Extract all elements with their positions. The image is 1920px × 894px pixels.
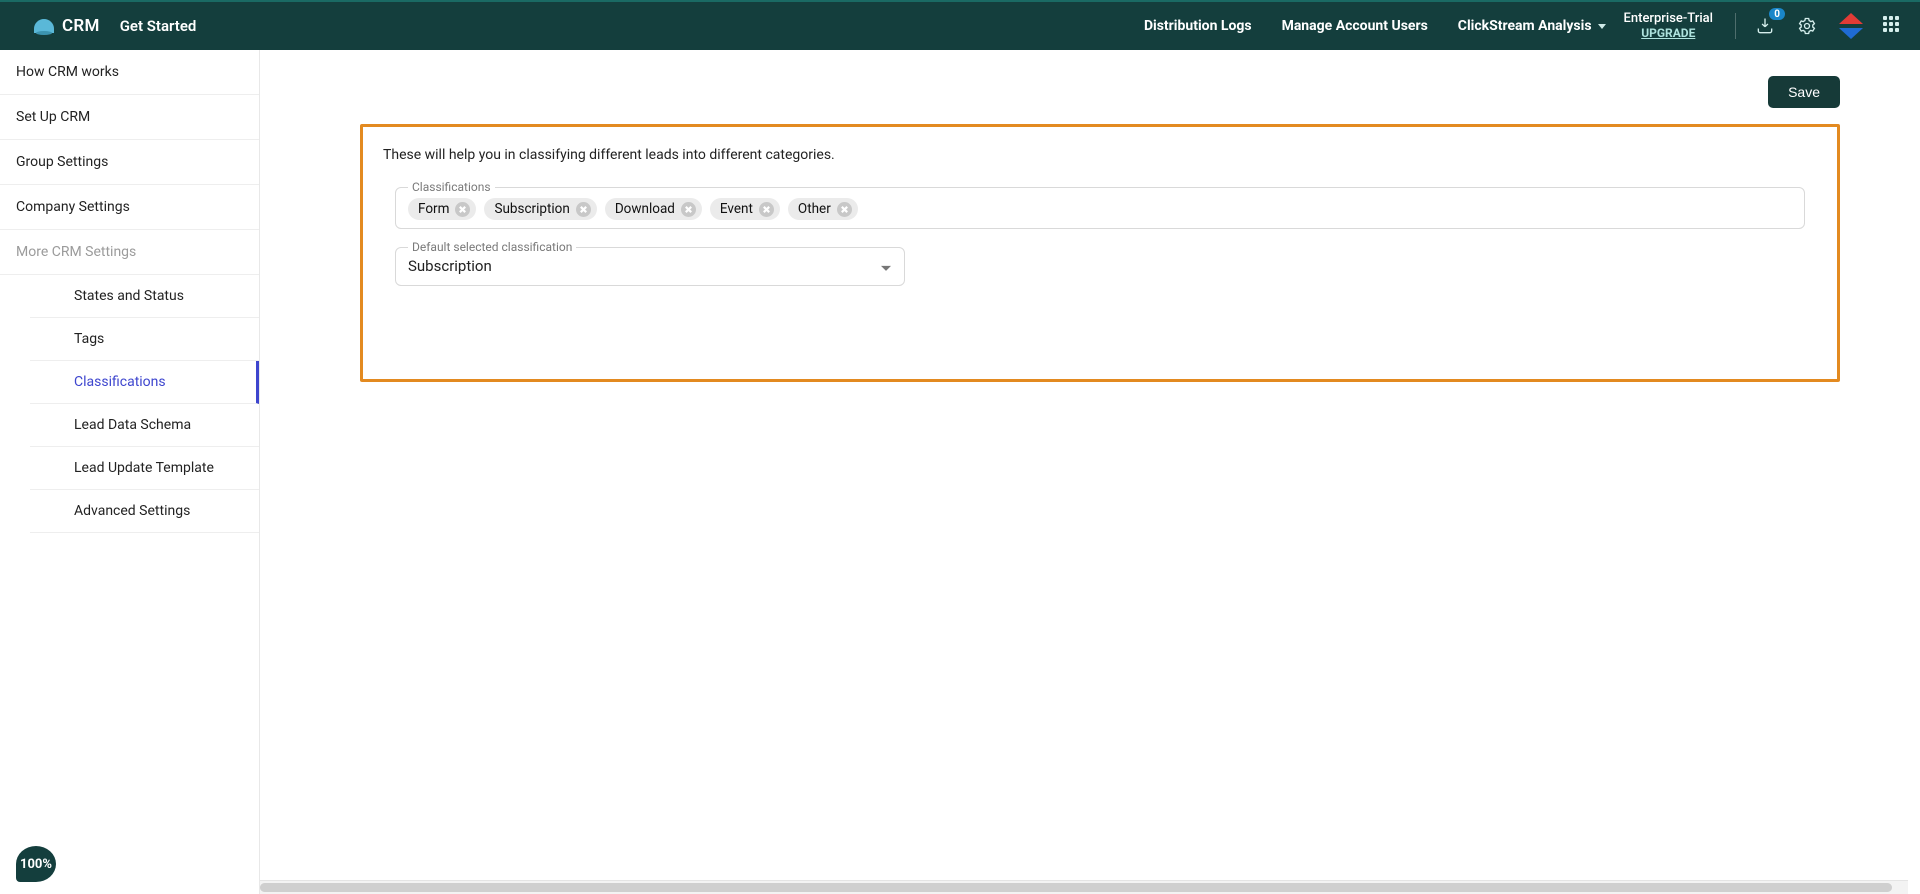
get-started-link[interactable]: Get Started bbox=[120, 17, 197, 35]
sidebar-item-company-settings[interactable]: Company Settings bbox=[0, 185, 259, 230]
zoom-indicator[interactable]: 100% bbox=[16, 846, 56, 882]
brand-eye-icon bbox=[34, 19, 54, 33]
divider bbox=[1735, 13, 1736, 39]
brand-text: CRM bbox=[62, 16, 100, 36]
chip-remove-icon[interactable] bbox=[455, 202, 470, 217]
notification-badge: 0 bbox=[1769, 8, 1785, 20]
sidebar-item-set-up-crm[interactable]: Set Up CRM bbox=[0, 95, 259, 140]
sidebar-sub-advanced-settings[interactable]: Advanced Settings bbox=[30, 490, 259, 533]
sidebar: How CRM works Set Up CRM Group Settings … bbox=[0, 50, 260, 894]
chip-label: Other bbox=[798, 201, 831, 217]
scrollbar-thumb[interactable] bbox=[260, 883, 1892, 892]
chip-event: Event bbox=[710, 198, 780, 220]
classification-chips: Form Subscription Download bbox=[408, 198, 1792, 220]
chip-form: Form bbox=[408, 198, 476, 220]
chip-subscription: Subscription bbox=[484, 198, 596, 220]
classifications-label: Classifications bbox=[408, 180, 495, 194]
horizontal-scrollbar[interactable] bbox=[260, 880, 1908, 894]
chip-label: Download bbox=[615, 201, 675, 217]
chip-remove-icon[interactable] bbox=[837, 202, 852, 217]
chip-other: Other bbox=[788, 198, 858, 220]
topbar: CRM Get Started Distribution Logs Manage… bbox=[0, 0, 1920, 50]
sidebar-item-group-settings[interactable]: Group Settings bbox=[0, 140, 259, 185]
default-classification-label: Default selected classification bbox=[408, 240, 576, 254]
save-button[interactable]: Save bbox=[1768, 76, 1840, 108]
panel-description: These will help you in classifying diffe… bbox=[383, 147, 1819, 163]
chip-remove-icon[interactable] bbox=[576, 202, 591, 217]
chip-remove-icon[interactable] bbox=[759, 202, 774, 217]
classifications-panel: These will help you in classifying diffe… bbox=[360, 124, 1840, 382]
sidebar-sub-lead-update-template[interactable]: Lead Update Template bbox=[30, 447, 259, 490]
sidebar-sub-tags[interactable]: Tags bbox=[30, 318, 259, 361]
main-content: Save These will help you in classifying … bbox=[260, 50, 1920, 894]
default-classification-value: Subscription bbox=[408, 257, 492, 275]
classifications-field[interactable]: Classifications Form Subscription bbox=[395, 187, 1805, 229]
toolbar: Save bbox=[360, 76, 1840, 108]
download-inbox-icon[interactable]: 0 bbox=[1754, 15, 1776, 37]
nav-clickstream-analysis[interactable]: ClickStream Analysis bbox=[1458, 18, 1606, 34]
chip-download: Download bbox=[605, 198, 702, 220]
chevron-down-icon bbox=[880, 259, 892, 278]
sidebar-sub-classifications[interactable]: Classifications bbox=[30, 361, 259, 404]
sidebar-sub-states-status[interactable]: States and Status bbox=[30, 275, 259, 318]
sidebar-section-more-settings[interactable]: More CRM Settings bbox=[0, 230, 259, 275]
chip-label: Form bbox=[418, 201, 449, 217]
top-menu: Distribution Logs Manage Account Users C… bbox=[1144, 18, 1606, 34]
avatar[interactable] bbox=[1838, 13, 1864, 39]
chip-label: Event bbox=[720, 201, 753, 217]
apps-grid-icon[interactable] bbox=[1882, 15, 1900, 37]
chip-remove-icon[interactable] bbox=[681, 202, 696, 217]
plan-info: Enterprise-Trial UPGRADE bbox=[1624, 12, 1713, 39]
plan-name: Enterprise-Trial bbox=[1624, 12, 1713, 26]
chip-label: Subscription bbox=[494, 201, 569, 217]
default-classification-select[interactable]: Default selected classification Subscrip… bbox=[395, 247, 905, 286]
sidebar-sub-lead-data-schema[interactable]: Lead Data Schema bbox=[30, 404, 259, 447]
sidebar-subsection: States and Status Tags Classifications L… bbox=[0, 275, 259, 533]
upgrade-link[interactable]: UPGRADE bbox=[1641, 27, 1695, 40]
brand: CRM bbox=[34, 16, 100, 36]
nav-manage-users[interactable]: Manage Account Users bbox=[1282, 18, 1428, 34]
nav-distribution-logs[interactable]: Distribution Logs bbox=[1144, 18, 1252, 34]
settings-gear-icon[interactable] bbox=[1796, 15, 1818, 37]
sidebar-item-how-crm-works[interactable]: How CRM works bbox=[0, 50, 259, 95]
